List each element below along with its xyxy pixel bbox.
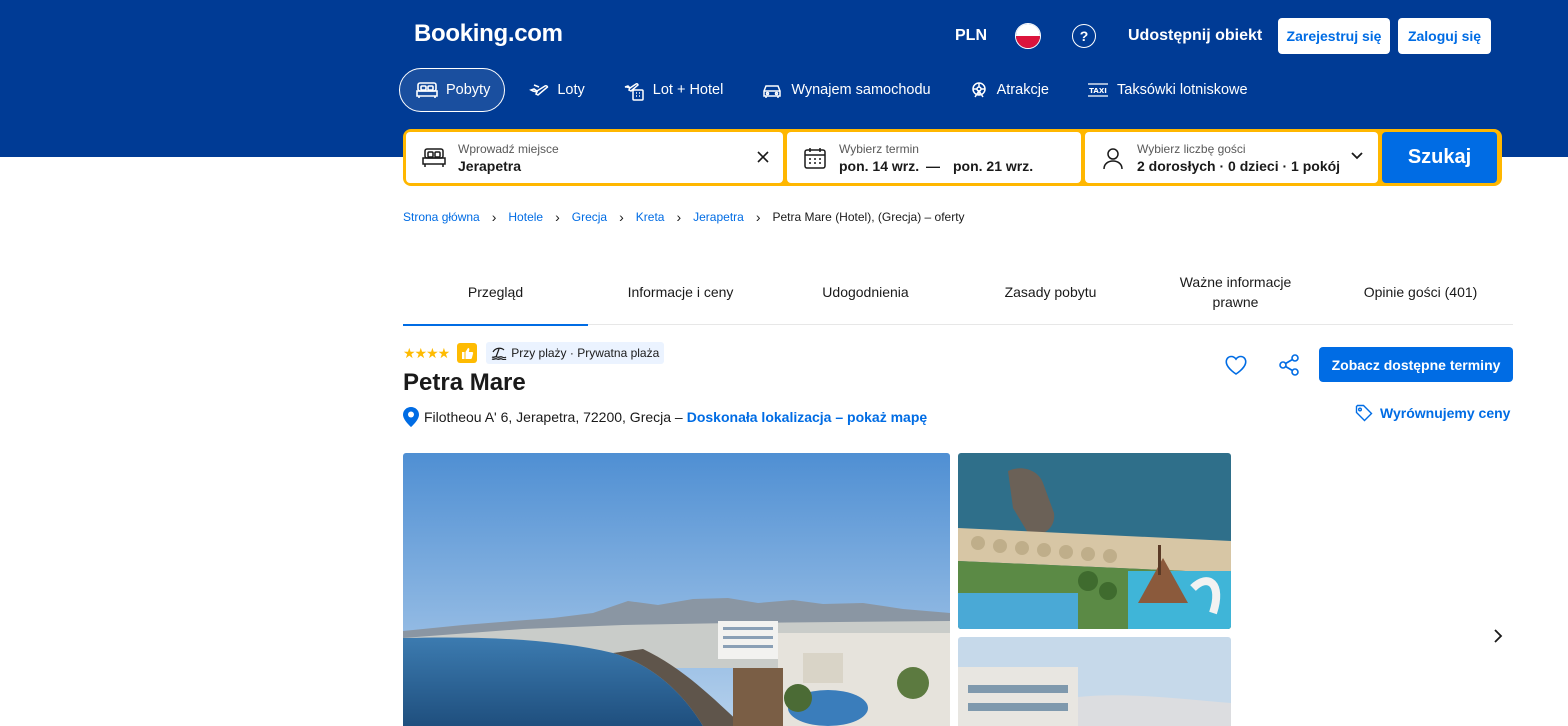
breadcrumb-current: Petra Mare (Hotel), (Grecja) – oferty: [772, 210, 965, 224]
checkout-date[interactable]: pon. 21 wrz.: [953, 158, 1033, 174]
bed-icon: [416, 82, 438, 98]
clear-icon[interactable]: [755, 149, 771, 165]
chevron-right-icon: ›: [676, 209, 682, 225]
price-match-link[interactable]: Wyrównujemy ceny: [1355, 404, 1510, 422]
nav-item-label: Taksówki lotniskowe: [1117, 82, 1248, 98]
star-rating: ★★★★: [403, 344, 450, 361]
tab-guest-reviews[interactable]: Opinie gości (401): [1328, 258, 1513, 325]
beach-badge-label: Przy plaży · Prywatna plaża: [511, 346, 660, 360]
tab-house-rules[interactable]: Zasady pobytu: [958, 258, 1143, 325]
search-button[interactable]: Szukaj: [1382, 132, 1497, 183]
register-button[interactable]: Zarejestruj się: [1278, 18, 1390, 54]
property-tabs: Przegląd Informacje i ceny Udogodnienia …: [403, 258, 1513, 326]
hotel-address: Filotheou A' 6, Jerapetra, 72200, Grecja…: [424, 409, 683, 425]
help-icon[interactable]: ?: [1072, 24, 1096, 48]
car-icon: [763, 85, 782, 98]
plane-icon: [529, 84, 549, 96]
guests-value: 2 dorosłych · 0 dzieci · 1 pokój: [1137, 158, 1341, 174]
beach-badge[interactable]: Przy plaży · Prywatna plaża: [486, 342, 665, 364]
booking-logo[interactable]: Booking.com: [414, 20, 563, 48]
hotel-photo-aerial[interactable]: [958, 453, 1231, 629]
nav-item-label: Wynajem samochodu: [791, 82, 931, 98]
tab-facilities[interactable]: Udogodnienia: [773, 258, 958, 325]
flight-hotel-icon: [624, 83, 644, 101]
guests-label: Wybierz liczbę gości: [1137, 142, 1246, 156]
chevron-right-icon: ›: [619, 209, 624, 225]
price-match-label: Wyrównujemy ceny: [1380, 405, 1511, 421]
nav-item-label: Atrakcje: [996, 82, 1049, 98]
location-pin-icon: [403, 407, 419, 427]
list-property-link[interactable]: Udostępnij obiekt: [1128, 27, 1262, 45]
breadcrumb: Strona główna › Hotele › Grecja › Kreta …: [403, 209, 965, 225]
search-bar: Wprowadź miejsce Jerapetra Wybierz termi…: [403, 129, 1502, 186]
share-icon[interactable]: [1277, 353, 1301, 377]
chevron-right-icon: ›: [491, 209, 497, 225]
nav-item-car-rental[interactable]: Wynajem samochodu: [745, 68, 944, 112]
attractions-icon: [971, 82, 986, 98]
header-actions: PLN ? Udostępnij obiekt Zarejestruj się …: [955, 18, 1491, 54]
price-tag-icon: [1355, 404, 1373, 422]
breadcrumb-region[interactable]: Kreta: [636, 210, 665, 224]
destination-field[interactable]: Wprowadź miejsce Jerapetra: [406, 132, 783, 183]
thumbs-up-icon[interactable]: [457, 343, 478, 363]
date-field[interactable]: Wybierz termin pon. 14 wrz. — pon. 21 wr…: [787, 132, 1081, 183]
hotel-photo-building[interactable]: [958, 637, 1231, 726]
person-icon: [1103, 148, 1123, 170]
chevron-down-icon: [1351, 152, 1363, 160]
hotel-name: Petra Mare: [403, 369, 526, 396]
rating-row: ★★★★ Przy plaży · Prywatna plaża: [403, 342, 665, 364]
breadcrumb-city[interactable]: Jerapetra: [693, 210, 744, 224]
checkin-date[interactable]: pon. 14 wrz.: [839, 158, 919, 174]
nav-item-stays[interactable]: Pobyty: [399, 68, 506, 112]
heart-icon[interactable]: [1224, 353, 1248, 377]
chevron-right-icon: ›: [755, 209, 761, 225]
address-row: Filotheou A' 6, Jerapetra, 72200, Grecja…: [403, 407, 927, 427]
date-separator: —: [926, 158, 940, 174]
see-availability-button[interactable]: Zobacz dostępne terminy: [1319, 347, 1513, 382]
destination-label: Wprowadź miejsce: [458, 142, 559, 156]
chevron-right-icon[interactable]: [1491, 628, 1505, 644]
nav-item-flights[interactable]: Loty: [513, 68, 598, 112]
nav-item-label: Loty: [557, 82, 585, 98]
nav-item-flight-hotel[interactable]: Lot + Hotel: [607, 68, 738, 112]
bed-icon: [422, 148, 446, 167]
calendar-icon: [804, 148, 826, 169]
guests-field[interactable]: Wybierz liczbę gości 2 dorosłych · 0 dzi…: [1085, 132, 1378, 183]
date-label: Wybierz termin: [839, 142, 919, 156]
main-hotel-photo[interactable]: [403, 453, 950, 726]
show-map-link[interactable]: Doskonała lokalizacja – pokaż mapę: [687, 409, 927, 425]
tab-info-prices[interactable]: Informacje i ceny: [588, 258, 773, 325]
breadcrumb-country[interactable]: Grecja: [572, 210, 607, 224]
destination-input[interactable]: Jerapetra: [458, 158, 521, 174]
svg-text:TAXI: TAXI: [1089, 87, 1107, 95]
tab-overview[interactable]: Przegląd: [403, 258, 588, 326]
breadcrumb-home[interactable]: Strona główna: [403, 210, 480, 224]
breadcrumb-hotels[interactable]: Hotele: [508, 210, 543, 224]
nav-item-airport-taxis[interactable]: TAXI Taksówki lotniskowe: [1071, 68, 1262, 112]
nav-item-label: Pobyty: [446, 82, 491, 98]
login-button[interactable]: Zaloguj się: [1398, 18, 1491, 54]
nav-item-label: Lot + Hotel: [652, 82, 724, 98]
tab-legal-info[interactable]: Ważne informacje prawne: [1143, 258, 1328, 325]
product-nav: Pobyty Loty Lot + Hotel Wynajem samochod…: [399, 68, 1270, 112]
poland-flag-icon[interactable]: [1015, 23, 1041, 49]
nav-item-attractions[interactable]: Atrakcje: [953, 68, 1063, 112]
beach-icon: [491, 347, 507, 360]
taxi-icon: TAXI: [1088, 83, 1108, 97]
currency-selector[interactable]: PLN: [955, 27, 987, 45]
chevron-right-icon: ›: [555, 209, 560, 225]
